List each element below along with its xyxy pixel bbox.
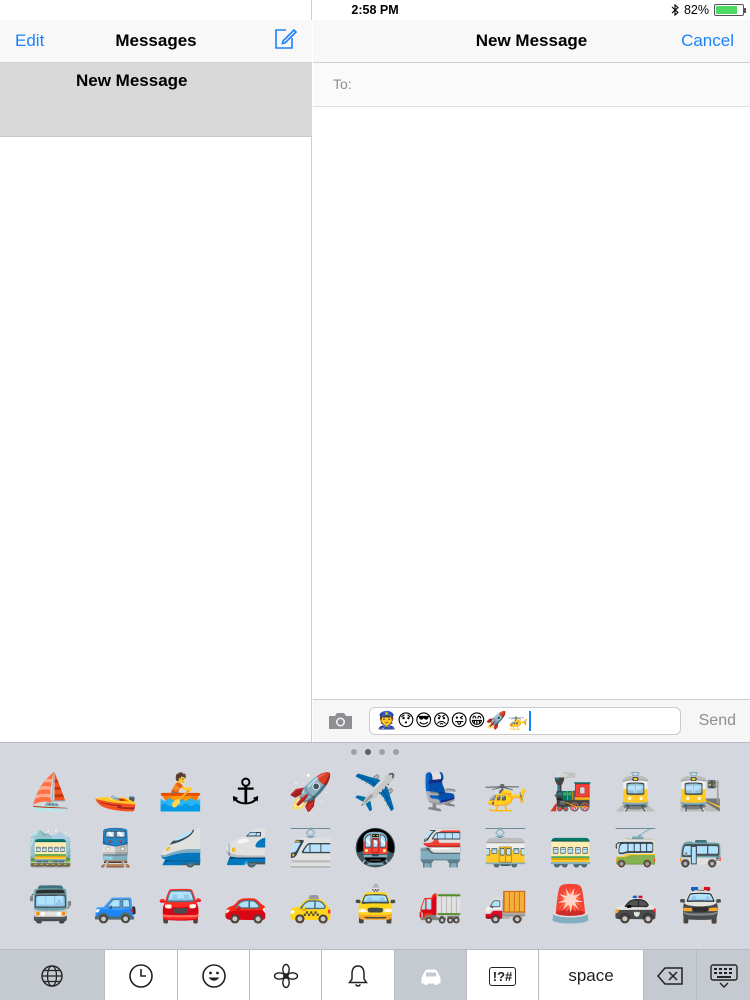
emoji-key[interactable]: 🚘 (148, 877, 213, 933)
emoji-keyboard: ⛵ 🚤 🚣 ⚓ 🚀 ✈️ 💺 🚁 🚂 🚊 🚉 🚞 🚆 🚄 🚅 🚈 🚇 🚝 🚋 🚃 🚎 🚌 🚍 🚙 🚘 🚗 🚕 🚖 🚛 🚚 🚨 🚓 🚔 !?# (0, 742, 750, 1000)
emoji-key[interactable]: 🚄 (148, 821, 213, 877)
emoji-key[interactable]: 🚨 (538, 877, 603, 933)
status-right: 82% (671, 3, 746, 17)
emoji-key[interactable]: 🚣 (148, 765, 213, 821)
cancel-button[interactable]: Cancel (681, 31, 734, 51)
keyboard-toolbar: !?# space (0, 949, 750, 1000)
messages-title: Messages (115, 31, 197, 50)
page-dot (393, 749, 399, 755)
send-button[interactable]: Send (699, 712, 736, 730)
emoji-key[interactable]: 🚔 (668, 877, 733, 933)
emoji-key[interactable]: 🚖 (343, 877, 408, 933)
bell-icon[interactable] (322, 950, 395, 1000)
emoji-key[interactable]: 🚂 (538, 765, 603, 821)
bluetooth-icon (671, 4, 679, 16)
conversation-row[interactable]: New Message (0, 63, 312, 137)
text-caret (529, 711, 532, 731)
emoji-key[interactable]: 🚀 (278, 765, 343, 821)
page-dot (379, 749, 385, 755)
emoji-key[interactable]: 🚚 (473, 877, 538, 933)
emoji-key[interactable]: 🚈 (278, 821, 343, 877)
emoji-key[interactable]: 🚋 (473, 821, 538, 877)
battery-percent: 82% (683, 3, 709, 17)
message-text: 👮😯😎😡😜😁🚀🚁 (376, 711, 529, 731)
recipient-input[interactable] (363, 73, 733, 97)
compose-bar: 👮😯😎😡😜😁🚀🚁 Send (313, 699, 750, 742)
page-dot (365, 749, 371, 755)
emoji-key[interactable]: 🚞 (18, 821, 83, 877)
page-indicator (0, 749, 750, 755)
emoji-key[interactable]: 🚃 (538, 821, 603, 877)
left-nav-bar: Edit Messages (0, 20, 312, 63)
flower-icon[interactable] (250, 950, 322, 1000)
to-label: To: (333, 76, 352, 92)
emoji-key[interactable]: 🚅 (213, 821, 278, 877)
right-nav-bar: New Message Cancel (313, 20, 750, 63)
car-icon[interactable] (395, 950, 467, 1000)
recipient-row: To: (313, 63, 750, 107)
message-thread-area (313, 107, 750, 699)
emoji-key[interactable]: 🚁 (473, 765, 538, 821)
emoji-key[interactable]: 🚤 (83, 765, 148, 821)
emoji-key[interactable]: 🚊 (603, 765, 668, 821)
message-input[interactable]: 👮😯😎😡😜😁🚀🚁 (369, 707, 681, 735)
emoji-grid: ⛵ 🚤 🚣 ⚓ 🚀 ✈️ 💺 🚁 🚂 🚊 🚉 🚞 🚆 🚄 🚅 🚈 🚇 🚝 🚋 🚃 🚎 🚌 🚍 🚙 🚘 🚗 🚕 🚖 🚛 🚚 🚨 🚓 🚔 (18, 765, 738, 933)
symbols-label: !?# (488, 966, 517, 986)
emoji-key[interactable]: 🚍 (18, 877, 83, 933)
emoji-key[interactable]: 🚉 (668, 765, 733, 821)
compose-icon[interactable] (272, 26, 298, 52)
page-dot (351, 749, 357, 755)
emoji-key[interactable]: ✈️ (343, 765, 408, 821)
smiley-icon[interactable] (178, 950, 250, 1000)
emoji-key[interactable]: 🚆 (83, 821, 148, 877)
camera-icon[interactable] (327, 711, 354, 731)
emoji-key[interactable]: ⛵ (18, 765, 83, 821)
keyboard-dismiss-icon[interactable] (697, 950, 750, 1000)
space-label: space (568, 966, 614, 985)
space-key[interactable]: space (539, 950, 644, 1000)
emoji-key[interactable]: 🚓 (603, 877, 668, 933)
emoji-key[interactable]: 🚎 (603, 821, 668, 877)
emoji-key[interactable]: 🚛 (408, 877, 473, 933)
conversation-name: New Message (76, 71, 188, 90)
emoji-key[interactable]: 🚌 (668, 821, 733, 877)
emoji-key[interactable]: 🚙 (83, 877, 148, 933)
conversation-list-pane: Edit Messages New Message (0, 0, 312, 742)
emoji-key[interactable]: 🚝 (408, 821, 473, 877)
battery-fill (716, 6, 738, 14)
symbols-key[interactable]: !?# (467, 950, 539, 1000)
emoji-key[interactable]: ⚓ (213, 765, 278, 821)
clock-icon[interactable] (105, 950, 178, 1000)
battery-icon (714, 4, 746, 16)
emoji-key[interactable]: 💺 (408, 765, 473, 821)
globe-icon[interactable] (0, 950, 105, 1000)
emoji-key[interactable]: 🚗 (213, 877, 278, 933)
emoji-key[interactable]: 🚕 (278, 877, 343, 933)
delete-icon[interactable] (644, 950, 697, 1000)
emoji-key[interactable]: 🚇 (343, 821, 408, 877)
